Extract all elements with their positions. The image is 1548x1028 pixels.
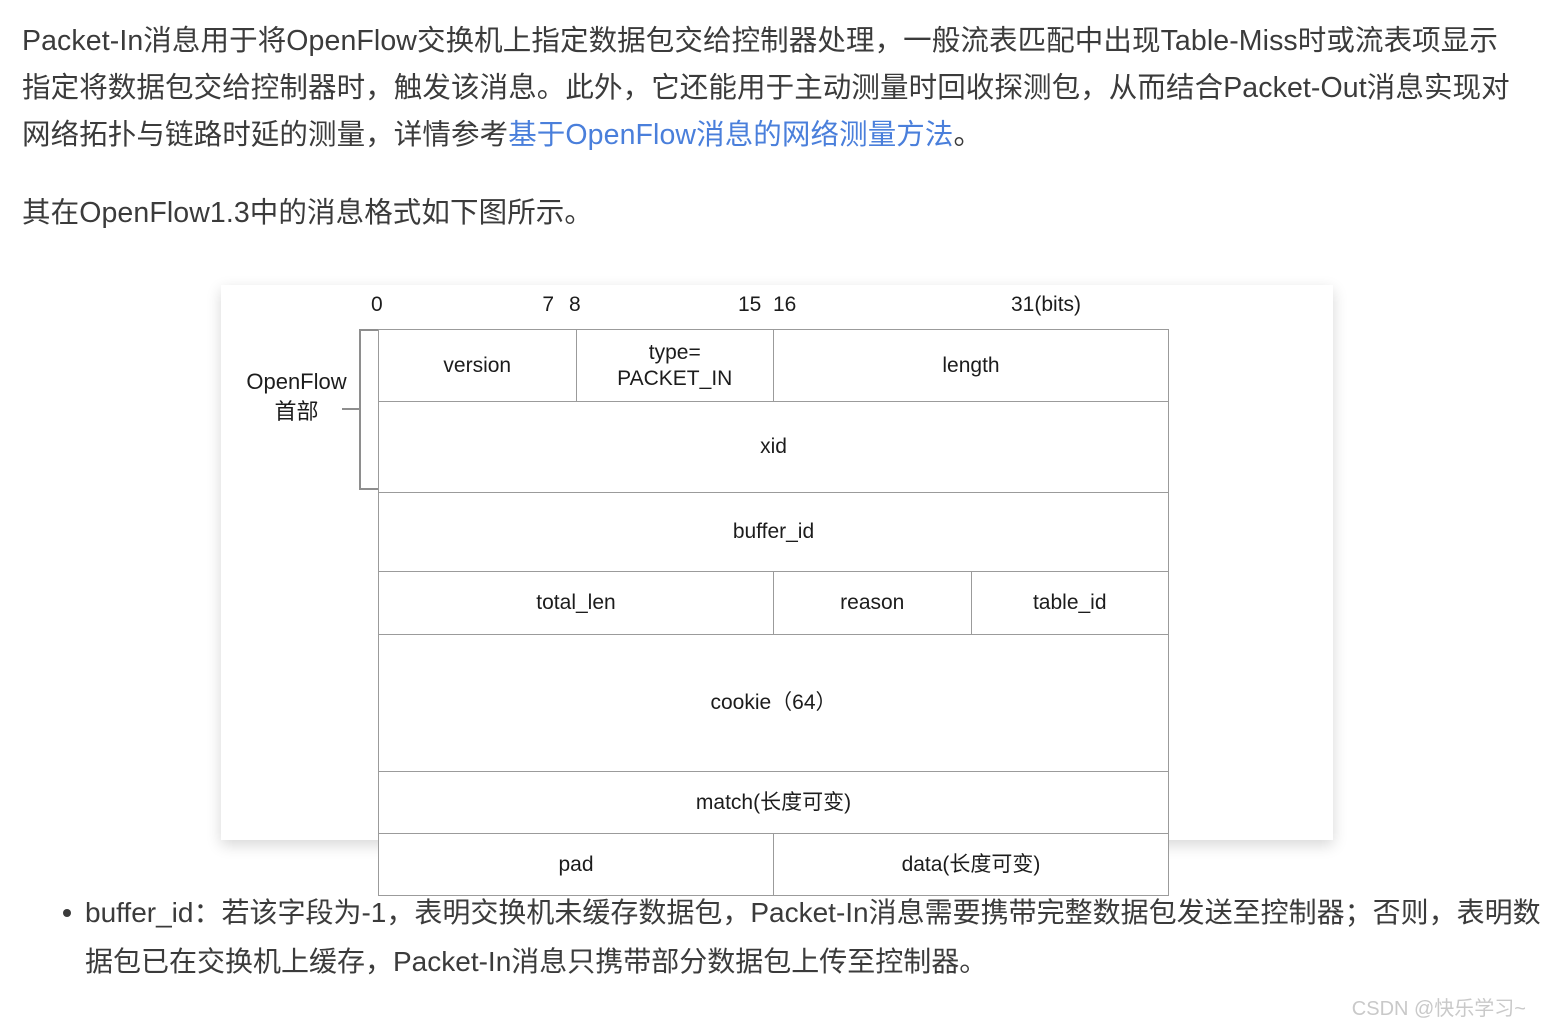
network-measurement-link[interactable]: 基于OpenFlow消息的网络测量方法 — [508, 119, 953, 151]
intro-paragraph-2: 其在OpenFlow1.3中的消息格式如下图所示。 — [22, 197, 594, 229]
header-row-2: xid — [378, 401, 1169, 493]
bit-label-7: 7 — [542, 293, 554, 316]
body-row-pad-data: pad data(长度可变) — [378, 833, 1169, 896]
cell-cookie: cookie（64） — [378, 634, 1169, 772]
csdn-watermark: CSDN @快乐学习~ — [1351, 998, 1526, 1020]
cell-total-len: total_len — [378, 571, 774, 635]
bit-label-8: 8 — [569, 293, 581, 316]
list-item: buffer_id：若该字段为-1，表明交换机未缓存数据包，Packet-In消… — [63, 888, 1548, 986]
bit-label-15: 15 — [738, 293, 762, 316]
cell-version: version — [378, 329, 577, 402]
cell-type: type= PACKET_IN — [575, 329, 774, 402]
packet-structure-table: version type= PACKET_IN length xid buffer_id t… — [378, 329, 1169, 896]
field-description-list: buffer_id：若该字段为-1，表明交换机未缓存数据包，Packet-In消… — [40, 888, 1548, 986]
cell-buffer-id: buffer_id — [378, 492, 1169, 572]
cell-length: length — [773, 329, 1169, 402]
openflow-header-label: OpenFlow 首部 — [229, 367, 364, 427]
openflow-header-label-line1: OpenFlow — [246, 369, 347, 394]
body-row-buffer-id: buffer_id — [378, 492, 1169, 572]
bracket-stem — [342, 408, 360, 410]
paragraph-1-text-after-link: 。 — [953, 119, 983, 151]
body-row-cookie: cookie（64） — [378, 634, 1169, 772]
bit-label-16: 16 — [773, 293, 797, 316]
header-row-1: version type= PACKET_IN length — [378, 329, 1169, 402]
cell-match: match(长度可变) — [378, 771, 1169, 834]
packet-in-format-figure: 0 7 8 15 16 31(bits) OpenFlow 首部 version type=… — [221, 285, 1333, 896]
cell-reason: reason — [773, 571, 972, 635]
openflow-header-label-line2: 首部 — [274, 399, 319, 424]
bit-label-31bits: 31(bits) — [1011, 293, 1082, 316]
intro-paragraph-1: Packet-In消息用于将OpenFlow交换机上指定数据包交给控制器处理，一… — [22, 18, 1522, 159]
cell-table-id: table_id — [970, 571, 1169, 635]
bit-label-0: 0 — [371, 293, 383, 316]
body-row-totallen: total_len reason table_id — [378, 571, 1169, 635]
body-row-match: match(长度可变) — [378, 771, 1169, 834]
cell-pad: pad — [378, 833, 774, 896]
cell-xid: xid — [378, 401, 1169, 493]
cell-data: data(长度可变) — [773, 833, 1169, 896]
packet-in-diagram: 0 7 8 15 16 31(bits) OpenFlow 首部 version type=… — [221, 285, 1333, 896]
